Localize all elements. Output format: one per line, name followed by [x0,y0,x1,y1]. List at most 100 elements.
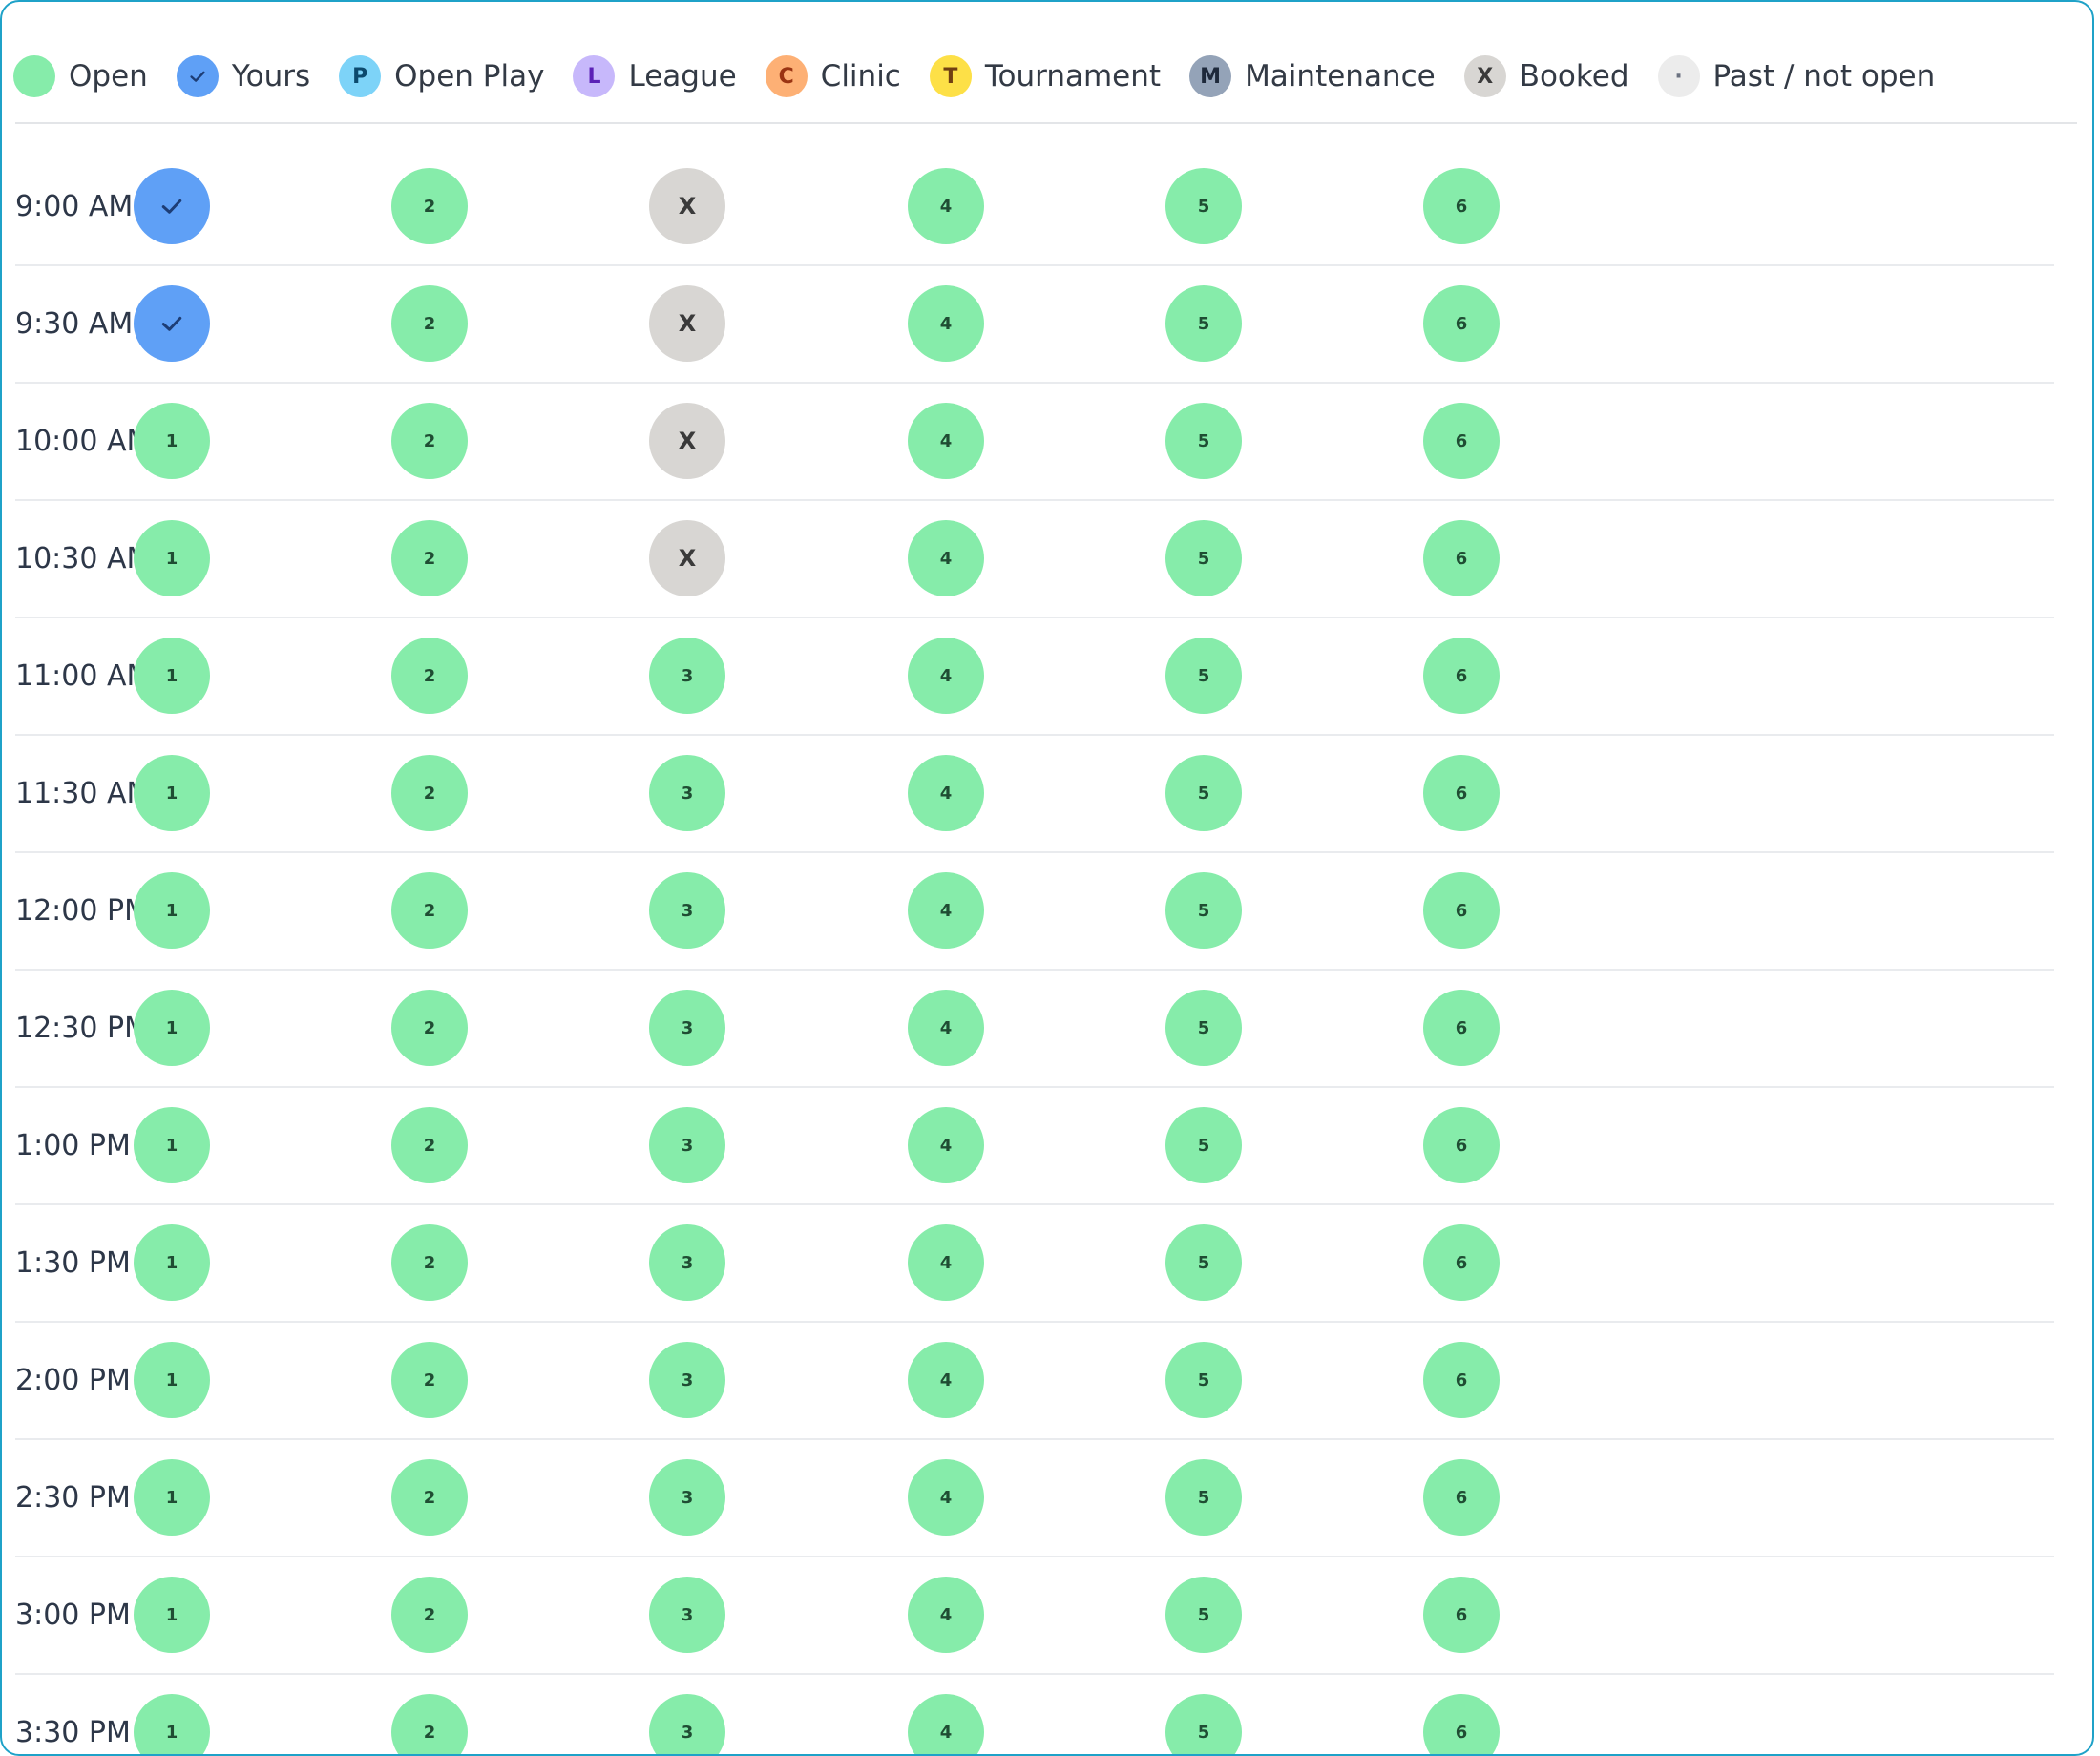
time-slot-label: 10:30 AM [15,542,152,575]
court-4-slot-button[interactable]: 4 [908,872,984,949]
court-4-slot-button[interactable]: 4 [908,1459,984,1536]
legend-label: Booked [1519,59,1629,94]
court-2-slot-button[interactable]: 2 [391,755,468,831]
court-3-slot-button[interactable]: 3 [649,1694,725,1754]
court-3-slot-button[interactable]: 3 [649,1459,725,1536]
time-slot-row: 9:30 AM 2 X 4 5 6 [15,266,2054,384]
court-6-slot-button[interactable]: 6 [1423,755,1500,831]
court-6-slot-button[interactable]: 6 [1423,168,1500,244]
court-2-slot-button[interactable]: 2 [391,872,468,949]
court-2-slot-button[interactable]: 2 [391,1459,468,1536]
court-3-slot-button[interactable]: X [649,403,725,479]
court-2-slot-button[interactable]: 2 [391,990,468,1066]
court-1-slot-button[interactable]: 1 [134,755,210,831]
court-1-slot-button[interactable]: 1 [134,638,210,714]
court-2-slot-button[interactable]: 2 [391,285,468,362]
time-slot-label: 12:30 PM [15,1012,149,1045]
time-slot-label: 3:00 PM [15,1599,131,1632]
court-5-slot-button[interactable]: 5 [1166,1107,1242,1183]
time-slot-label: 9:00 AM [15,190,134,223]
court-1-slot-button[interactable]: 1 [134,1459,210,1536]
court-4-slot-button[interactable]: 4 [908,285,984,362]
court-3-slot-button[interactable]: 3 [649,1342,725,1418]
court-2-slot-button[interactable]: 2 [391,1342,468,1418]
court-5-slot-button[interactable]: 5 [1166,1577,1242,1653]
time-slot-label: 3:30 PM [15,1716,131,1749]
court-2-slot-button[interactable]: 2 [391,520,468,596]
court-5-slot-button[interactable]: 5 [1166,1224,1242,1301]
court-5-slot-button[interactable]: 5 [1166,285,1242,362]
court-2-slot-button[interactable]: 2 [391,1224,468,1301]
court-2-slot-button[interactable]: 2 [391,638,468,714]
court-5-slot-button[interactable]: 5 [1166,990,1242,1066]
time-slot-row: 3:00 PM 1 2 3 4 5 6 [15,1557,2054,1675]
court-4-slot-button[interactable]: 4 [908,168,984,244]
court-1-slot-button[interactable]: 1 [134,990,210,1066]
court-1-slot-button[interactable]: 1 [134,1694,210,1754]
court-3-slot-button[interactable]: 3 [649,1224,725,1301]
court-4-slot-button[interactable]: 4 [908,1577,984,1653]
court-1-slot-button[interactable]: 1 [134,1107,210,1183]
court-1-slot-button[interactable]: 1 [134,1342,210,1418]
court-3-slot-button[interactable]: 3 [649,638,725,714]
court-5-slot-button[interactable]: 5 [1166,168,1242,244]
court-6-slot-button[interactable]: 6 [1423,990,1500,1066]
court-6-slot-button[interactable]: 6 [1423,1342,1500,1418]
court-5-slot-button[interactable]: 5 [1166,872,1242,949]
court-6-slot-button[interactable]: 6 [1423,1224,1500,1301]
court-4-slot-button[interactable]: 4 [908,1224,984,1301]
court-4-slot-button[interactable]: 4 [908,755,984,831]
court-3-slot-button[interactable]: 3 [649,990,725,1066]
court-1-slot-button[interactable] [134,285,210,362]
court-4-slot-button[interactable]: 4 [908,638,984,714]
court-4-slot-button[interactable]: 4 [908,403,984,479]
court-4-slot-button[interactable]: 4 [908,1694,984,1754]
court-2-slot-button[interactable]: 2 [391,1107,468,1183]
court-3-slot-button[interactable]: 3 [649,755,725,831]
time-slot-label: 11:00 AM [15,659,152,693]
court-4-slot-button[interactable]: 4 [908,990,984,1066]
court-1-slot-button[interactable] [134,168,210,244]
yours-swatch-icon [176,55,219,97]
court-1-slot-button[interactable]: 1 [134,1577,210,1653]
check-icon [161,199,182,214]
court-2-slot-button[interactable]: 2 [391,403,468,479]
court-5-slot-button[interactable]: 5 [1166,755,1242,831]
time-slot-row: 3:30 PM 1 2 3 4 5 6 [15,1675,2054,1754]
court-3-slot-button[interactable]: 3 [649,1577,725,1653]
court-3-slot-button[interactable]: 3 [649,1107,725,1183]
court-1-slot-button[interactable]: 1 [134,1224,210,1301]
court-3-slot-button[interactable]: 3 [649,872,725,949]
court-6-slot-button[interactable]: 6 [1423,285,1500,362]
time-slot-label: 11:30 AM [15,777,152,810]
time-slot-row: 2:30 PM 1 2 3 4 5 6 [15,1440,2054,1557]
court-5-slot-button[interactable]: 5 [1166,403,1242,479]
court-5-slot-button[interactable]: 5 [1166,638,1242,714]
court-5-slot-button[interactable]: 5 [1166,1342,1242,1418]
court-1-slot-button[interactable]: 1 [134,520,210,596]
court-6-slot-button[interactable]: 6 [1423,1577,1500,1653]
court-6-slot-button[interactable]: 6 [1423,1694,1500,1754]
court-3-slot-button[interactable]: X [649,168,725,244]
court-5-slot-button[interactable]: 5 [1166,1459,1242,1536]
court-4-slot-button[interactable]: 4 [908,1107,984,1183]
court-2-slot-button[interactable]: 2 [391,1577,468,1653]
court-4-slot-button[interactable]: 4 [908,1342,984,1418]
court-6-slot-button[interactable]: 6 [1423,872,1500,949]
court-6-slot-button[interactable]: 6 [1423,1107,1500,1183]
legend-label: Maintenance [1245,59,1436,94]
court-1-slot-button[interactable]: 1 [134,872,210,949]
court-5-slot-button[interactable]: 5 [1166,1694,1242,1754]
court-3-slot-button[interactable]: X [649,520,725,596]
legend-label: Clinic [820,59,901,94]
court-5-slot-button[interactable]: 5 [1166,520,1242,596]
court-1-slot-button[interactable]: 1 [134,403,210,479]
court-2-slot-button[interactable]: 2 [391,168,468,244]
court-4-slot-button[interactable]: 4 [908,520,984,596]
court-6-slot-button[interactable]: 6 [1423,1459,1500,1536]
court-6-slot-button[interactable]: 6 [1423,520,1500,596]
court-2-slot-button[interactable]: 2 [391,1694,468,1754]
court-6-slot-button[interactable]: 6 [1423,638,1500,714]
court-6-slot-button[interactable]: 6 [1423,403,1500,479]
court-3-slot-button[interactable]: X [649,285,725,362]
